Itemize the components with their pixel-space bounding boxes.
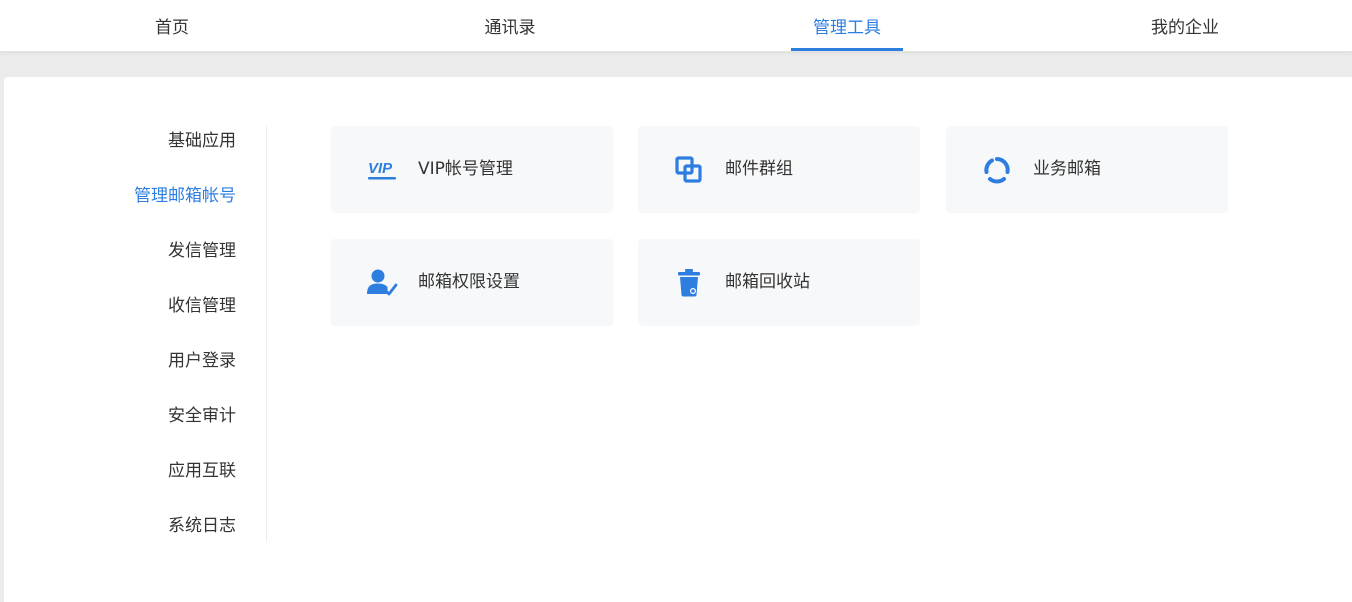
sidebar-item-user-login[interactable]: 用户登录 (168, 346, 236, 376)
card-mailbox-permission-settings[interactable]: 邮箱权限设置 (331, 239, 613, 326)
business-mailbox-icon (981, 154, 1013, 186)
card-mail-group[interactable]: 邮件群组 (638, 126, 920, 213)
card-label: 业务邮箱 (1033, 159, 1101, 179)
sidebar-item-manage-mail-accounts[interactable]: 管理邮箱帐号 (134, 181, 236, 211)
card-label: 邮件群组 (725, 159, 793, 179)
card-label: VIP帐号管理 (418, 159, 513, 179)
tab-home[interactable]: 首页 (122, 0, 222, 51)
top-nav: 首页 通讯录 管理工具 我的企业 (0, 0, 1352, 52)
vip-icon: VIP (366, 154, 398, 186)
user-permission-icon (366, 267, 398, 299)
trash-bin-icon (673, 267, 705, 299)
tab-contacts[interactable]: 通讯录 (460, 0, 560, 51)
tab-my-enterprise[interactable]: 我的企业 (1135, 0, 1235, 51)
sidebar-item-receive-management[interactable]: 收信管理 (168, 291, 236, 321)
sidebar-item-system-log[interactable]: 系统日志 (168, 511, 236, 541)
card-business-mailbox[interactable]: 业务邮箱 (946, 126, 1228, 213)
card-label: 邮箱回收站 (725, 272, 810, 292)
card-label: 邮箱权限设置 (418, 272, 520, 292)
sidebar-item-app-interconnect[interactable]: 应用互联 (168, 456, 236, 486)
main-panel: 基础应用 管理邮箱帐号 发信管理 收信管理 用户登录 安全审计 应用互联 系统日… (4, 77, 1352, 602)
sidebar-item-security-audit[interactable]: 安全审计 (168, 401, 236, 431)
svg-text:VIP: VIP (368, 160, 393, 177)
tab-management-tools[interactable]: 管理工具 (791, 0, 903, 51)
card-mailbox-recycle-bin[interactable]: 邮箱回收站 (638, 239, 920, 326)
mail-group-icon (673, 154, 705, 186)
sidebar-item-send-management[interactable]: 发信管理 (168, 236, 236, 266)
card-vip-account-management[interactable]: VIP VIP帐号管理 (331, 126, 613, 213)
sidebar-item-basic-apps[interactable]: 基础应用 (168, 126, 236, 156)
sidebar: 基础应用 管理邮箱帐号 发信管理 收信管理 用户登录 安全审计 应用互联 系统日… (4, 126, 267, 542)
